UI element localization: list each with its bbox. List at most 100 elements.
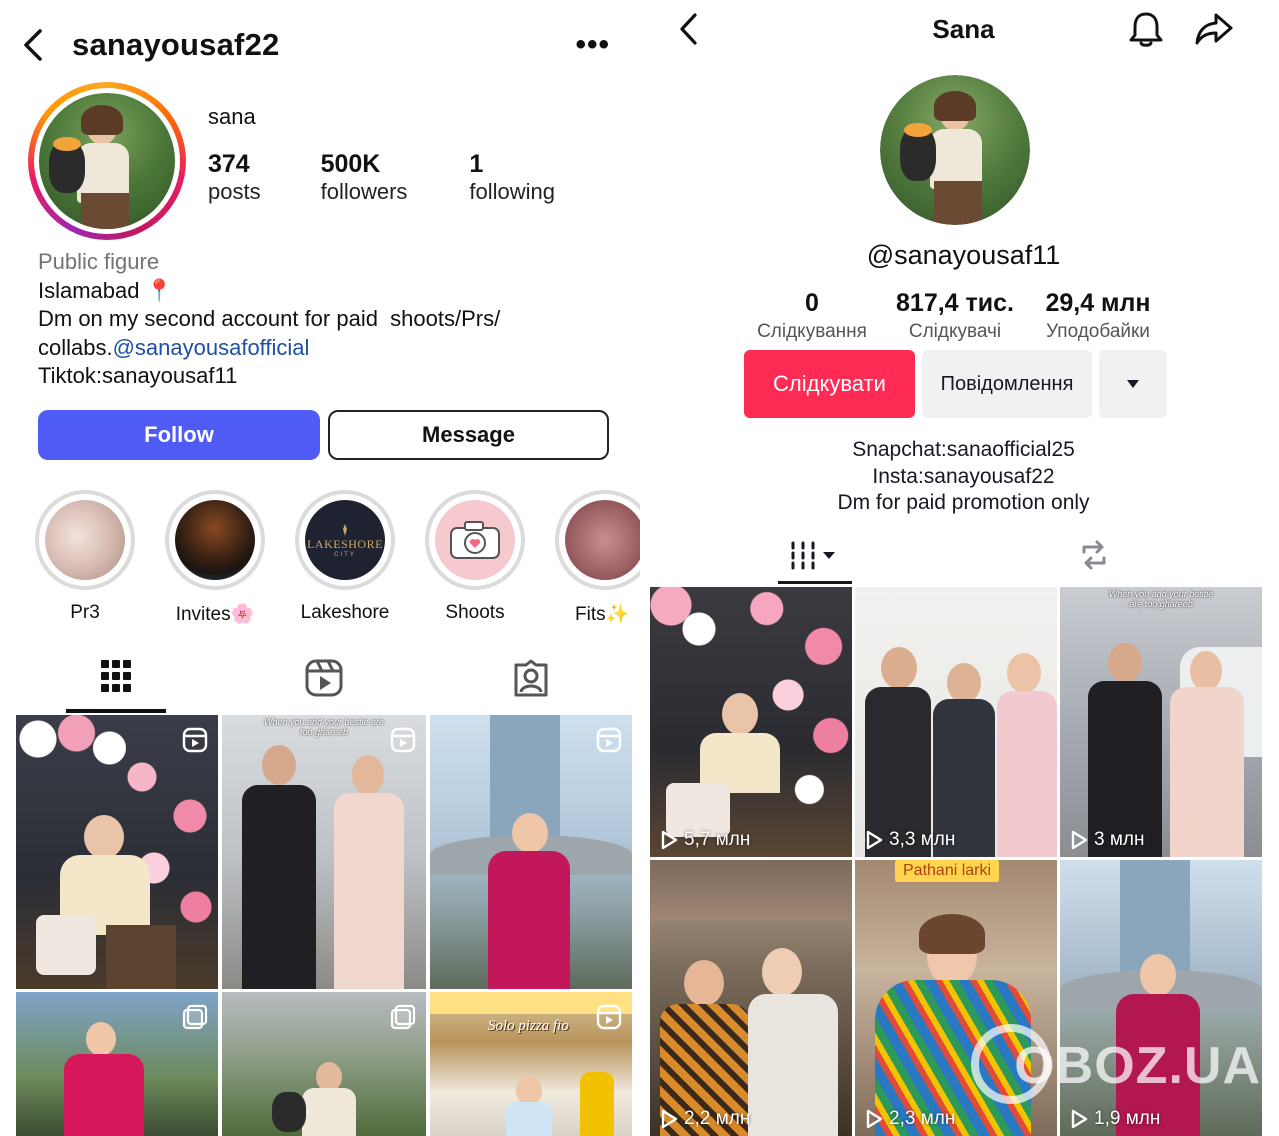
follow-button[interactable]: Follow (38, 410, 320, 460)
message-button[interactable]: Message (328, 410, 609, 460)
view-count-text: 2,2 млн (684, 1108, 751, 1129)
stat-label: posts (208, 179, 261, 204)
tt-video[interactable]: 3,3 млн (855, 587, 1057, 857)
lakeshore-logo-text: LAKESHORE (307, 536, 383, 551)
lakeshore-logo-icon (343, 523, 347, 536)
ig-content-tabs (0, 655, 640, 713)
ig-post[interactable] (222, 992, 426, 1136)
tt-bio-line: Insta:sanayousaf22 (872, 464, 1055, 488)
ig-bio: Public figure Islamabad 📍 Dm on my secon… (38, 248, 618, 391)
tagged-person-icon (514, 659, 548, 697)
carousel-indicator-icon (390, 1004, 416, 1030)
tt-follow-button[interactable]: Слідкувати (744, 350, 915, 418)
stat-value: 1 (469, 150, 484, 178)
stat-value: 817,4 тис. (896, 289, 1014, 317)
reel-indicator-icon (390, 727, 416, 753)
tt-message-button[interactable]: Повідомлення (922, 350, 1092, 418)
ig-post[interactable] (430, 715, 632, 989)
ig-bio-text: collabs. (38, 334, 113, 360)
ig-bio-line: Dm on my second account for paid shoots/… (38, 306, 501, 331)
view-count: 2,2 млн (660, 1108, 750, 1130)
stat-value: 0 (805, 289, 819, 317)
ig-avatar[interactable] (28, 82, 186, 240)
tab-reels[interactable] (274, 655, 374, 713)
tt-avatar[interactable] (880, 75, 1030, 225)
tt-bio: Snapchat:sanaofficial25 Insta:sanayousaf… (648, 437, 1279, 517)
tt-handle: @sanayousaf11 (866, 240, 1061, 270)
view-count: 1,9 млн (1070, 1108, 1160, 1130)
ig-following-count[interactable]: 1 following (469, 150, 555, 206)
view-count: 5,7 млн (660, 829, 750, 851)
view-count-text: 1,9 млн (1094, 1108, 1161, 1129)
tt-likes-count[interactable]: 29,4 млн Уподобайки (1034, 288, 1162, 346)
stat-value: 374 (208, 150, 250, 178)
ig-post[interactable] (16, 992, 218, 1136)
reel-indicator-icon (182, 727, 208, 753)
ig-bio-line: Tiktok:sanayousaf11 (38, 363, 238, 388)
grid-icon (101, 660, 131, 692)
tt-profile-title: Sana (932, 14, 995, 44)
ig-bio-location: Islamabad 📍 (38, 277, 174, 303)
ig-post[interactable] (16, 715, 218, 989)
tt-video[interactable]: 2,2 млн (650, 860, 852, 1136)
video-caption: When you and your bestie are too ghareeb (1108, 589, 1214, 609)
tab-reposts[interactable] (1076, 538, 1112, 577)
play-icon (866, 830, 883, 850)
tab-posts-grid[interactable] (66, 655, 166, 713)
view-count-text: 3,3 млн (889, 829, 956, 850)
play-icon (866, 1109, 883, 1129)
highlight-invites[interactable]: Invites🌸 (165, 490, 265, 626)
videos-grid-icon (791, 541, 835, 570)
play-icon (1071, 1109, 1088, 1129)
view-count-text: 5,7 млн (684, 829, 751, 850)
highlight-lakeshore[interactable]: LAKESHORE CITY Lakeshore (295, 490, 395, 624)
highlight-shoots[interactable]: Shoots (425, 490, 525, 624)
ig-post[interactable]: Solo pizza fio (430, 992, 632, 1136)
play-icon (661, 1109, 678, 1129)
bell-icon[interactable] (1128, 10, 1164, 53)
ig-posts-count[interactable]: 374 posts (208, 150, 261, 206)
panel-divider (640, 0, 648, 1136)
stat-label: Слідкування (757, 321, 867, 342)
tt-video[interactable]: 5,7 млн (650, 587, 852, 857)
highlight-label: Lakeshore (300, 602, 390, 623)
tt-content-tabs (648, 528, 1279, 584)
stat-value: 500K (320, 150, 381, 178)
watermark: OBOZ.UA (1014, 1037, 1261, 1095)
instagram-profile-panel: sanayousaf22 ••• sana 374 posts 500K fol… (0, 0, 640, 1136)
ig-post[interactable]: When you and your bestie are too ghareeb (222, 715, 426, 989)
stat-label: Уподобайки (1046, 321, 1150, 342)
tab-videos[interactable] (778, 528, 852, 584)
highlight-label: Invites🌸 (175, 604, 255, 625)
ig-username-title: sanayousaf22 (72, 27, 280, 62)
ig-followers-count[interactable]: 500K followers (321, 150, 408, 206)
reels-icon (305, 659, 343, 697)
ig-bio-mention-link[interactable]: @sanayousafofficial (113, 335, 310, 360)
highlight-fits[interactable]: Fits✨ (555, 490, 640, 626)
play-icon (1071, 830, 1088, 850)
tt-stats: 0 Слідкування 817,4 тис. Слідкувачі 29,4… (648, 288, 1279, 348)
camera-heart-icon (450, 521, 500, 559)
play-icon (661, 830, 678, 850)
tt-followers-count[interactable]: 817,4 тис. Слідкувачі (888, 288, 1022, 346)
tt-following-count[interactable]: 0 Слідкування (752, 288, 872, 346)
tiktok-profile-panel: Sana @sanayousaf11 0 Слідкування 817,4 т… (648, 0, 1279, 1136)
more-options-icon[interactable]: ••• (575, 28, 610, 62)
highlight-pr3[interactable]: Pr3 (35, 490, 135, 624)
tt-video[interactable]: When you and your bestie are too ghareeb… (1060, 587, 1262, 857)
reel-indicator-icon (596, 727, 622, 753)
share-icon[interactable] (1194, 12, 1234, 51)
highlight-label: Shoots (445, 602, 505, 623)
view-count-text: 2,3 млн (889, 1108, 956, 1129)
stat-label: followers (320, 179, 408, 204)
back-arrow-icon[interactable] (22, 25, 52, 65)
tab-tagged[interactable] (481, 655, 581, 713)
ig-stats: 374 posts 500K followers 1 following (208, 150, 615, 206)
view-count: 3 млн (1070, 829, 1145, 851)
tt-bio-line: Snapchat:sanaofficial25 (852, 438, 1075, 461)
repost-icon (1082, 540, 1106, 570)
tt-more-dropdown-button[interactable] (1099, 350, 1167, 418)
view-count: 3,3 млн (865, 829, 955, 851)
reel-indicator-icon (596, 1004, 622, 1030)
tt-top-bar: Sana (668, 10, 1259, 50)
